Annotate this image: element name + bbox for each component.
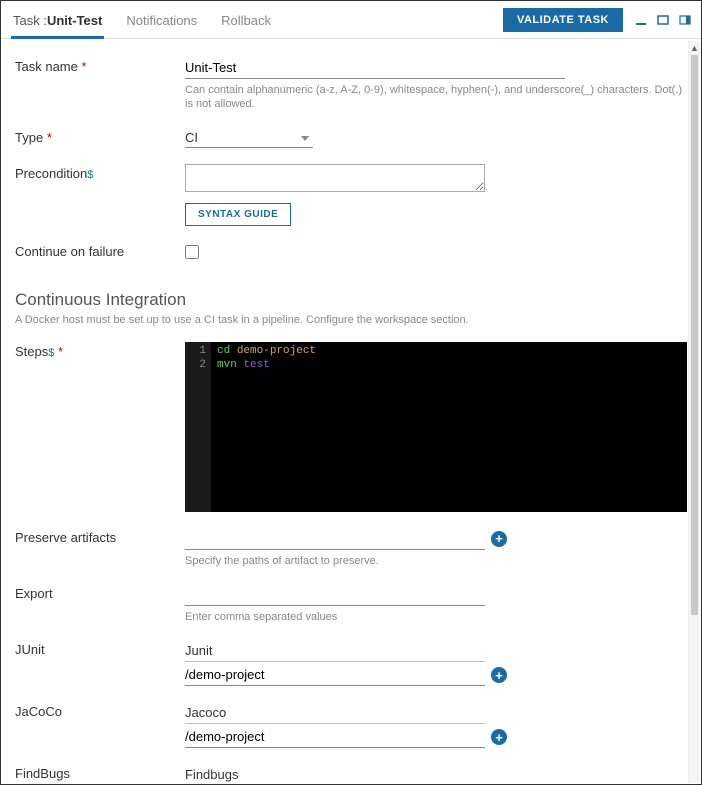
continue-on-failure-label: Continue on failure	[15, 242, 185, 262]
type-value: CI	[185, 128, 313, 147]
tab-task[interactable]: Task :Unit-Test	[11, 7, 104, 39]
steps-label: Steps$ *	[15, 342, 185, 512]
export-helper: Enter comma separated values	[185, 610, 687, 624]
jacoco-add-button[interactable]: +	[491, 729, 507, 745]
task-name-input[interactable]	[185, 57, 565, 79]
maximize-icon[interactable]	[657, 14, 669, 26]
continue-on-failure-checkbox[interactable]	[185, 245, 199, 259]
jacoco-name: Jacoco	[185, 702, 485, 724]
preserve-artifacts-label: Preserve artifacts	[15, 528, 185, 568]
steps-code-editor[interactable]: 1 2 cd demo-project mvn test	[185, 342, 687, 512]
findbugs-name: Findbugs	[185, 764, 485, 782]
ci-section-helper: A Docker host must be set up to use a CI…	[15, 314, 687, 326]
tab-rollback[interactable]: Rollback	[219, 7, 273, 38]
minimize-icon[interactable]	[635, 14, 647, 26]
preserve-artifacts-input[interactable]	[185, 528, 485, 550]
type-label: Type *	[15, 128, 185, 148]
junit-label: JUnit	[15, 640, 185, 686]
scroll-up-arrow[interactable]: ▲	[689, 41, 700, 55]
junit-add-button[interactable]: +	[491, 667, 507, 683]
type-select[interactable]: CI	[185, 128, 313, 148]
export-label: Export	[15, 584, 185, 624]
task-name-helper: Can contain alphanumeric (a-z, A-Z, 0-9)…	[185, 83, 687, 112]
tab-task-prefix: Task :	[13, 13, 47, 28]
validate-task-button[interactable]: VALIDATE TASK	[503, 8, 623, 32]
code-gutter: 1 2	[185, 342, 211, 512]
vertical-scrollbar[interactable]: ▲	[688, 41, 700, 783]
jacoco-label: JaCoCo	[15, 702, 185, 748]
preserve-artifacts-helper: Specify the paths of artifact to preserv…	[185, 554, 687, 568]
junit-name: Junit	[185, 640, 485, 662]
precondition-label: Precondition$	[15, 164, 185, 226]
jacoco-path-input[interactable]	[185, 726, 485, 748]
task-name-label: Task name *	[15, 57, 185, 112]
preserve-artifacts-add-button[interactable]: +	[491, 531, 507, 547]
precondition-input[interactable]	[185, 164, 485, 192]
dock-icon[interactable]	[679, 14, 691, 26]
syntax-guide-button[interactable]: SYNTAX GUIDE	[185, 203, 291, 226]
scroll-thumb[interactable]	[691, 55, 698, 615]
code-body: cd demo-project mvn test	[211, 342, 322, 512]
tab-notifications[interactable]: Notifications	[124, 7, 199, 38]
tab-task-name: Unit-Test	[47, 13, 102, 28]
ci-section-title: Continuous Integration	[15, 290, 687, 310]
export-input[interactable]	[185, 584, 485, 606]
findbugs-label: FindBugs	[15, 764, 185, 782]
junit-path-input[interactable]	[185, 664, 485, 686]
